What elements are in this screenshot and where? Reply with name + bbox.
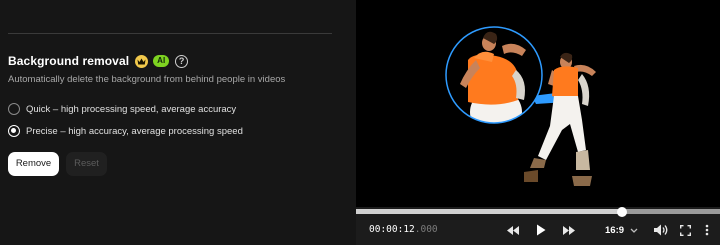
timecode-ms: .000 (414, 224, 438, 235)
aspect-ratio-select[interactable]: 16:9 (605, 223, 638, 237)
timecode: 00:00:12.000 (369, 224, 438, 235)
fast-forward-icon[interactable] (562, 223, 576, 237)
play-icon[interactable] (534, 223, 548, 237)
more-icon[interactable] (702, 223, 712, 237)
divider (8, 33, 332, 34)
player-controls: 00:00:12.000 16:9 (356, 207, 720, 245)
option-precise-label: Precise – high accuracy, average process… (26, 125, 243, 137)
panel-title: Background removal (8, 54, 130, 68)
chevron-down-icon (630, 225, 638, 236)
option-precise[interactable]: Precise – high accuracy, average process… (8, 125, 243, 137)
video-frame (445, 26, 596, 186)
option-quick[interactable]: Quick – high processing speed, average a… (8, 103, 236, 115)
zoom-magnifier (445, 26, 543, 124)
ai-badge: AI (153, 55, 170, 67)
radio-precise[interactable] (8, 125, 20, 137)
remove-button[interactable]: Remove (8, 152, 59, 176)
panel-description: Automatically delete the background from… (8, 74, 286, 85)
crown-icon (135, 54, 149, 68)
timecode-main: 00:00:12 (369, 224, 415, 235)
reset-button: Reset (66, 152, 107, 176)
settings-panel: Background removal AI ? Automatically de… (0, 0, 356, 245)
volume-icon[interactable] (652, 223, 668, 237)
rewind-icon[interactable] (506, 223, 520, 237)
fullscreen-icon[interactable] (678, 223, 692, 237)
radio-quick[interactable] (8, 103, 20, 115)
video-preview[interactable] (356, 0, 720, 207)
panel-header: Background removal AI ? (8, 53, 189, 69)
help-icon[interactable]: ? (175, 54, 189, 68)
aspect-ratio-value: 16:9 (605, 224, 625, 236)
progress-fill (356, 209, 622, 214)
option-quick-label: Quick – high processing speed, average a… (26, 103, 237, 115)
progress-bar[interactable] (356, 207, 720, 217)
progress-handle[interactable] (617, 207, 627, 217)
